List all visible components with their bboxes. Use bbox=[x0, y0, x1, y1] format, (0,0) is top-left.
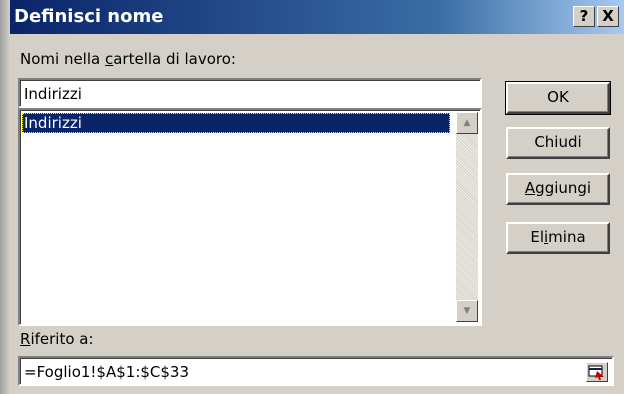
delete-button-label-rest: mina bbox=[548, 228, 586, 246]
names-listbox[interactable]: Indirizzi ▲ ▼ bbox=[18, 108, 482, 326]
names-label: Nomi nella cartella di lavoro: bbox=[20, 50, 236, 68]
title-bar[interactable]: Definisci nome ? X bbox=[10, 0, 624, 34]
names-label-accel: c bbox=[104, 50, 114, 68]
add-button-label: ggiungi bbox=[535, 179, 592, 197]
define-name-dialog: Definisci nome ? X Nomi nella cartella d… bbox=[0, 0, 624, 394]
ref-input[interactable]: =Foglio1!$A$1:$C$33 bbox=[18, 356, 614, 386]
ref-label-accel: R bbox=[20, 330, 31, 348]
add-button-accel: A bbox=[524, 179, 536, 197]
ok-button[interactable]: OK bbox=[505, 81, 611, 115]
window-edge bbox=[0, 0, 10, 394]
list-item[interactable]: Indirizzi bbox=[22, 113, 450, 133]
window-title: Definisci nome bbox=[14, 6, 164, 27]
delete-button[interactable]: Elimina bbox=[506, 222, 610, 254]
vertical-scrollbar[interactable]: ▲ ▼ bbox=[456, 112, 478, 322]
names-label-text-rest: artella di lavoro: bbox=[113, 50, 236, 68]
down-arrow-icon[interactable]: ▼ bbox=[456, 300, 478, 322]
close-window-button[interactable]: X bbox=[597, 6, 619, 27]
name-input[interactable]: Indirizzi bbox=[18, 78, 482, 108]
name-input-value: Indirizzi bbox=[24, 85, 82, 103]
close-button[interactable]: Chiudi bbox=[506, 127, 610, 159]
names-label-text: Nomi nella bbox=[20, 50, 105, 68]
ref-input-value: =Foglio1!$A$1:$C$33 bbox=[24, 363, 190, 381]
delete-button-label: El bbox=[530, 228, 544, 246]
ref-label-text: iferito a: bbox=[30, 330, 94, 348]
help-button[interactable]: ? bbox=[573, 6, 595, 27]
add-button[interactable]: Aggiungi bbox=[506, 173, 610, 205]
ref-label: Riferito a: bbox=[20, 330, 94, 348]
up-arrow-icon[interactable]: ▲ bbox=[456, 112, 478, 134]
range-select-icon[interactable] bbox=[586, 362, 608, 382]
